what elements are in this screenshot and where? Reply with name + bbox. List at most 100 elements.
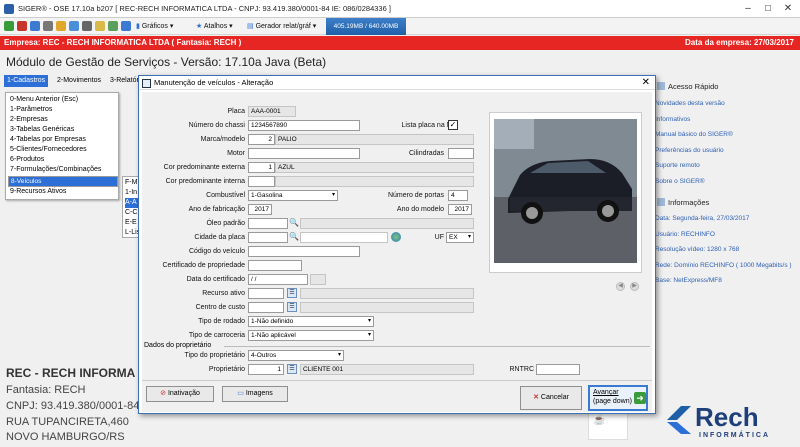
dropdown-item[interactable]: 1-Parâmetros	[8, 105, 118, 115]
quick-link[interactable]: Informativos	[655, 116, 690, 123]
data-cert-weekday	[310, 274, 326, 285]
tipo-prop-select[interactable]: 4-Outros ▾	[248, 350, 344, 361]
chevron-down-icon: ▾	[331, 192, 335, 198]
ano-fab-input[interactable]: 2017	[248, 204, 272, 215]
uf-label: UF	[434, 234, 444, 241]
dropdown-item[interactable]: 6-Produtos	[8, 155, 118, 165]
submenu-item[interactable]: F-M	[125, 178, 137, 188]
menu-cadastros[interactable]: 1-Cadastros	[4, 75, 49, 87]
minimize-icon[interactable]: –	[742, 3, 754, 15]
rech-logo: Rech	[695, 402, 759, 432]
search-icon[interactable]: 🔍	[289, 218, 299, 229]
quick-link[interactable]: Suporte remoto	[655, 162, 700, 169]
atalhos-button[interactable]: ★ Atalhos ▾	[196, 21, 233, 32]
marca-code-input[interactable]: 2	[248, 134, 275, 145]
data-cert-input[interactable]: / /	[248, 274, 308, 285]
inativacao-button[interactable]: ⊘ Inativação	[146, 386, 214, 402]
codigo-input[interactable]	[248, 246, 360, 257]
list-picker-icon[interactable]: ☰	[287, 364, 297, 374]
uf-select[interactable]: EX ▾	[446, 232, 474, 243]
help-icon[interactable]	[30, 21, 40, 31]
dropdown-item[interactable]: 4-Tabelas por Empresas	[8, 135, 118, 145]
quick-link[interactable]: Preferências do usuário	[655, 147, 724, 154]
email-icon[interactable]	[56, 21, 66, 31]
dropdown-item[interactable]: 2-Empresas	[8, 115, 118, 125]
dropdown-item[interactable]: 0-Menu Anterior (Esc)	[8, 95, 118, 105]
cor-int-desc-field	[275, 176, 474, 187]
printer-icon[interactable]	[82, 21, 92, 31]
cidade-desc-field	[300, 232, 388, 243]
calendar-icon[interactable]	[69, 21, 79, 31]
list-picker-icon[interactable]: ☰	[287, 288, 297, 298]
cadastros-dropdown: 0-Menu Anterior (Esc) 1-Parâmetros 2-Emp…	[5, 92, 119, 200]
quick-link[interactable]: Sobre o SIGER®	[655, 178, 705, 185]
menu-relatorios[interactable]: 3-Relatór	[107, 75, 142, 87]
photo-prev-icon[interactable]: ◀	[616, 282, 625, 291]
recurso-input[interactable]	[248, 288, 284, 299]
company-date: Data da empresa: 27/03/2017	[685, 38, 794, 47]
atalhos-label: Atalhos	[203, 23, 228, 30]
java-oracle-badge: ☕	[588, 412, 628, 440]
gerador-button[interactable]: ▤ Gerador relat/gráf ▾	[247, 21, 316, 32]
rntrc-input[interactable]	[536, 364, 580, 375]
codigo-label: Código do veículo	[188, 248, 245, 255]
cor-int-code-input[interactable]	[248, 176, 275, 187]
cilindradas-input[interactable]	[448, 148, 474, 159]
dropdown-item[interactable]: 9-Recursos Ativos	[8, 187, 118, 197]
oleo-input[interactable]	[248, 218, 288, 229]
back-icon[interactable]	[4, 21, 14, 31]
submenu-item[interactable]: 1-In	[125, 188, 137, 198]
graficos-button[interactable]: ▮ Gráficos ▾	[136, 21, 173, 32]
info-icon	[657, 198, 665, 206]
calculator-icon[interactable]	[43, 21, 53, 31]
company-address: RUA TUPANCIRETA,460	[6, 416, 129, 428]
cancelar-button[interactable]: ✕ Cancelar	[520, 386, 582, 410]
dropdown-item-veiculos[interactable]: 8-Veículos	[8, 176, 118, 187]
users-icon[interactable]	[121, 21, 131, 31]
motor-input[interactable]	[248, 148, 360, 159]
cor-ext-label: Cor predominante externa	[163, 164, 245, 171]
lista-placa-checkbox[interactable]: ✓	[448, 120, 458, 130]
imagens-button[interactable]: ▭ Imagens	[222, 386, 288, 402]
chassi-input[interactable]: 1234567890	[248, 120, 360, 131]
certificado-input[interactable]	[248, 260, 302, 271]
search-icon[interactable]: 🔍	[289, 232, 299, 243]
footer-divider	[142, 380, 652, 381]
rech-logo-icon	[667, 406, 691, 434]
centro-input[interactable]	[248, 302, 284, 313]
recurso-label: Recurso ativo	[202, 290, 245, 297]
ano-modelo-input[interactable]: 2017	[448, 204, 472, 215]
submenu-item[interactable]: C-C	[125, 208, 137, 218]
submenu-item[interactable]: E-E	[125, 218, 137, 228]
combustivel-select[interactable]: 1-Gasolina ▾	[248, 190, 338, 201]
cidade-input[interactable]	[248, 232, 288, 243]
dialog-close-icon[interactable]: ✕	[642, 77, 650, 88]
carroceria-select[interactable]: 1-Não aplicável ▾	[248, 330, 374, 341]
quick-link[interactable]: Novidades desta versão	[655, 100, 725, 107]
avancar-button[interactable]: Avançar (page down) ➜	[588, 385, 648, 411]
num-portas-input[interactable]: 4	[448, 190, 468, 201]
folder-icon[interactable]	[95, 21, 105, 31]
company-name: REC - RECH INFORMA	[6, 366, 136, 380]
cancel-icon: ✕	[533, 394, 539, 401]
info-line: Data: Segunda-feira, 27/03/2017	[655, 215, 750, 222]
cor-ext-code-input[interactable]: 1	[248, 162, 275, 173]
dropdown-item[interactable]: 5-Clientes/Fornecedores	[8, 145, 118, 155]
maximize-icon[interactable]: □	[762, 3, 774, 15]
globe-icon[interactable]	[391, 232, 401, 242]
info-title: Informações	[668, 198, 710, 207]
proprietario-code-input[interactable]: 1	[248, 364, 284, 375]
rodado-select[interactable]: 1-Não definido ▾	[248, 316, 374, 327]
chevron-down-icon: ▾	[337, 352, 341, 358]
quick-link[interactable]: Manual básico do SIGER®	[655, 131, 733, 138]
dropdown-item[interactable]: 3-Tabelas Genéricas	[8, 125, 118, 135]
avancar-sublabel: (page down)	[593, 398, 632, 405]
close-icon[interactable]: ✕	[782, 3, 794, 15]
cidade-label: Cidade da placa	[194, 234, 245, 241]
close-module-icon[interactable]	[17, 21, 27, 31]
list-picker-icon[interactable]: ☰	[287, 302, 297, 312]
menu-movimentos[interactable]: 2-Movimentos	[54, 75, 104, 87]
notes-icon[interactable]	[108, 21, 118, 31]
dropdown-item[interactable]: 7-Formulações/Combinações	[8, 165, 118, 175]
photo-next-icon[interactable]: ▶	[630, 282, 639, 291]
